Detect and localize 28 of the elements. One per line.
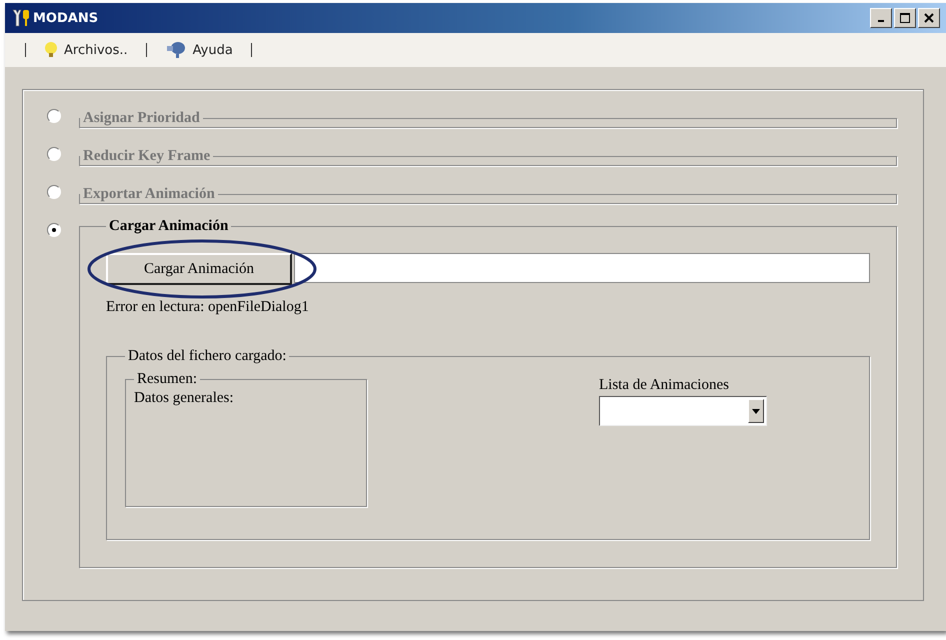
lightbulb-icon (44, 41, 58, 59)
minimize-button[interactable] (870, 8, 892, 28)
dropdown-arrow-icon (752, 408, 760, 414)
close-icon (924, 13, 934, 23)
close-button[interactable] (918, 8, 940, 28)
minimize-icon (878, 20, 884, 22)
load-button[interactable]: Cargar Animación (106, 253, 292, 285)
animation-dropdown[interactable] (599, 396, 767, 426)
summary-label: Datos generales: (134, 390, 235, 407)
radio-button[interactable] (47, 109, 61, 123)
group-title: Asignar Prioridad (82, 110, 201, 127)
radio-button[interactable] (47, 147, 61, 161)
group-title: Resumen: (136, 371, 198, 388)
menu-item[interactable]: Archivos.. (44, 41, 128, 59)
radio-button[interactable] (47, 185, 61, 199)
radio-button[interactable] (47, 223, 61, 237)
maximize-button[interactable] (894, 8, 916, 28)
group-title: Cargar Animación (108, 218, 230, 235)
tools-icon (11, 9, 31, 27)
maximize-icon (900, 13, 910, 23)
group-title: Datos del fichero cargado: (127, 348, 288, 365)
window-title: MODANS (33, 10, 98, 26)
group-title: Exportar Animación (82, 186, 216, 203)
file-path-field[interactable] (294, 253, 870, 283)
status-text: Error en lectura: openFileDialog1 (106, 299, 310, 316)
list-label: Lista de Animaciones (599, 377, 730, 394)
group-title: Reducir Key Frame (82, 148, 212, 165)
menu-item[interactable]: Ayuda (164, 41, 233, 59)
